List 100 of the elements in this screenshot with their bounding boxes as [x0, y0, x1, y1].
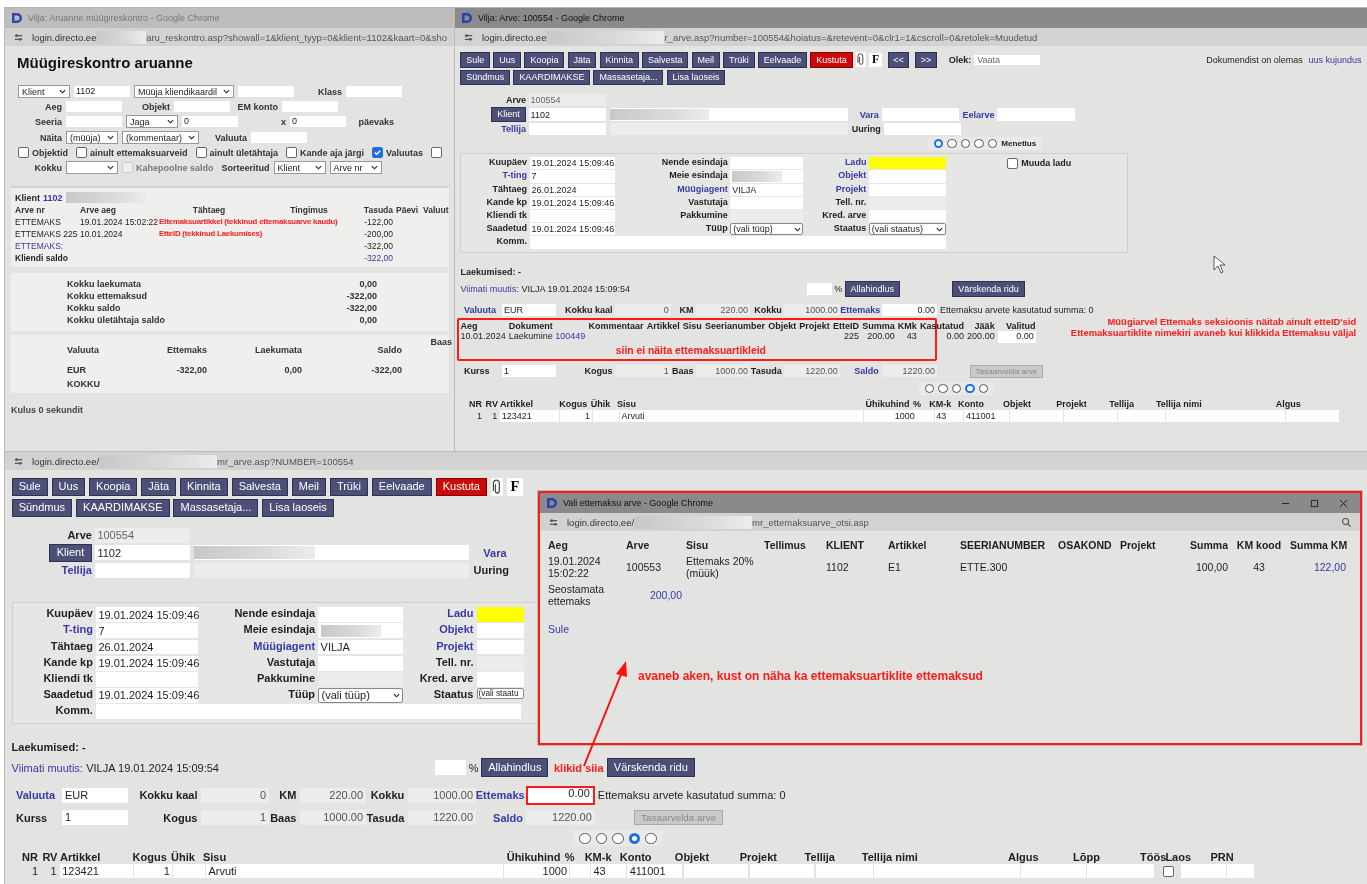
url-text[interactable]: login.directo.ee: [482, 31, 547, 43]
input-field[interactable]: [749, 864, 815, 879]
field-label[interactable]: Tellija: [460, 124, 529, 134]
radio-button[interactable]: [947, 138, 957, 149]
field-label[interactable]: Vara: [469, 546, 510, 559]
dropdown[interactable]: Jaga: [126, 115, 178, 128]
chevron-down-icon[interactable]: [59, 89, 66, 94]
field-label[interactable]: Saldo: [840, 366, 882, 377]
field-label[interactable]: T-ting: [461, 170, 530, 183]
input-field[interactable]: [251, 132, 307, 143]
input-field[interactable]: Arvuti: [206, 864, 504, 879]
toolbar-button[interactable]: Massasetaja...: [173, 498, 259, 518]
input-field[interactable]: [66, 116, 122, 127]
refresh-button[interactable]: Värskenda ridu: [952, 281, 1025, 297]
input-field[interactable]: 411001: [964, 409, 1010, 422]
radio-button[interactable]: [612, 832, 624, 845]
toolbar-button[interactable]: Uus: [51, 477, 86, 497]
dropdown[interactable]: Arve nr: [329, 161, 382, 174]
dropdown[interactable]: (vali tüüp): [318, 688, 404, 703]
input-field[interactable]: [173, 864, 206, 879]
input-field[interactable]: 19.01.2024 15:09:46: [96, 688, 199, 703]
radio-button[interactable]: [978, 383, 989, 394]
input-field[interactable]: [318, 655, 404, 671]
site-settings-icon[interactable]: [548, 516, 559, 528]
dropdown[interactable]: Klient: [18, 85, 70, 98]
field-label[interactable]: Tellija: [11, 564, 96, 577]
toolbar-button[interactable]: Meil: [291, 477, 326, 497]
toolbar-button[interactable]: Sule: [11, 477, 48, 497]
nav-button[interactable]: <<: [887, 52, 910, 68]
input-field[interactable]: [869, 183, 946, 196]
toolbar-button[interactable]: Sündmus: [460, 69, 511, 86]
input-field[interactable]: 1000: [863, 409, 917, 422]
input-field[interactable]: 411001: [627, 864, 683, 879]
chevron-down-icon[interactable]: [935, 226, 943, 232]
toolbar-button[interactable]: KAARDIMAKSE: [76, 498, 170, 518]
input-field[interactable]: [96, 671, 199, 687]
url-text[interactable]: aru_reskontro.asp?showall=1&klient_tyyp=0&klient=1102&kaart=0&sho: [146, 31, 447, 43]
client-link[interactable]: 1102: [43, 192, 63, 203]
input-field[interactable]: [1021, 864, 1087, 879]
input-field[interactable]: [1180, 864, 1226, 879]
toolbar-button[interactable]: Kinnita: [180, 477, 228, 497]
input-field[interactable]: 0: [182, 116, 238, 127]
field-label[interactable]: Projekt: [406, 639, 477, 655]
input-field[interactable]: [318, 607, 404, 623]
toolbar-button[interactable]: Kustuta: [435, 477, 488, 497]
radio-button[interactable]: [951, 383, 962, 394]
chevron-down-icon[interactable]: [107, 135, 114, 140]
field-label[interactable]: Objekt: [806, 170, 870, 183]
paperclip-icon[interactable]: [855, 52, 866, 68]
input-field[interactable]: [1286, 409, 1340, 422]
client-name-field[interactable]: [194, 545, 470, 561]
client-code-field[interactable]: 1102: [528, 108, 607, 121]
client-button[interactable]: Klient: [49, 544, 92, 562]
input-field[interactable]: Arvuti: [619, 409, 863, 422]
amount-link[interactable]: 122,00: [1313, 561, 1346, 573]
input-field[interactable]: 0.00: [881, 303, 938, 316]
radio-button[interactable]: [595, 832, 608, 845]
toolbar-button[interactable]: Salvesta: [642, 52, 689, 68]
input-field[interactable]: [1010, 409, 1064, 422]
input-field[interactable]: [476, 639, 525, 655]
radio-button[interactable]: [938, 383, 948, 394]
field-label[interactable]: Ladu: [806, 157, 870, 170]
input-field[interactable]: 1000: [504, 864, 570, 879]
input-field[interactable]: [476, 607, 525, 623]
input-field[interactable]: 26.01.2024: [96, 639, 199, 655]
radio-button[interactable]: [924, 383, 935, 394]
input-field[interactable]: [174, 101, 230, 112]
discount-button[interactable]: Allahindlus: [844, 281, 900, 297]
url-text[interactable]: r_arve.asp?number=100554&hoiatus=&retevent=0&clr1=1&cscroll=0&retolek=Muudetud: [664, 31, 1038, 43]
comment-field[interactable]: [529, 236, 946, 249]
dropdown[interactable]: (kommentaar): [122, 131, 199, 144]
field-label[interactable]: Müügiagent: [617, 183, 731, 196]
input-field[interactable]: 1: [560, 409, 592, 422]
checkbox[interactable]: [286, 147, 298, 158]
chevron-down-icon[interactable]: [223, 89, 231, 94]
toolbar-button[interactable]: Eelvaade: [371, 477, 432, 497]
toolbar-button[interactable]: Trüki: [723, 52, 755, 68]
field-label[interactable]: Ettemaks: [840, 304, 882, 315]
input-field[interactable]: [683, 864, 749, 879]
field-label[interactable]: Saldo: [475, 811, 527, 824]
checkbox[interactable]: [1162, 865, 1174, 877]
input-field[interactable]: 123421: [499, 409, 560, 422]
radio-button[interactable]: [965, 383, 975, 394]
client-button[interactable]: Klient: [490, 107, 527, 122]
paperclip-icon[interactable]: [490, 477, 503, 497]
site-settings-icon[interactable]: [13, 455, 24, 467]
input-field[interactable]: 19.01.2024 15:09:46: [529, 223, 616, 236]
input-field[interactable]: [66, 101, 122, 112]
radio-button[interactable]: [645, 832, 657, 845]
input-field[interactable]: [95, 562, 190, 578]
field-label[interactable]: Valuuta: [11, 789, 63, 802]
input-field[interactable]: [869, 170, 946, 183]
field-label[interactable]: T-ting: [12, 623, 97, 639]
input-field[interactable]: 7: [96, 623, 199, 639]
field-label[interactable]: Ettemaks: [475, 789, 527, 802]
input-field[interactable]: [570, 864, 591, 879]
input-field[interactable]: [592, 409, 619, 422]
field-label[interactable]: Vara: [848, 109, 882, 120]
input-field[interactable]: [476, 623, 525, 639]
toolbar-button[interactable]: Sündmus: [11, 498, 73, 518]
